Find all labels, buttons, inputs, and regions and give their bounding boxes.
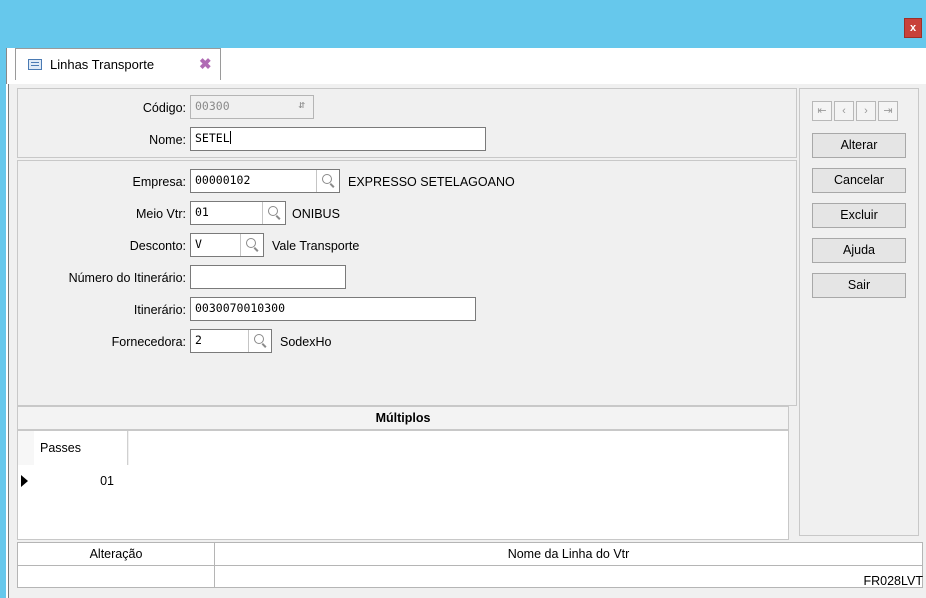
table-row[interactable]: 01 bbox=[18, 471, 128, 493]
passes-cell[interactable]: 01 bbox=[34, 474, 114, 488]
tab-linhas-transporte[interactable]: Linhas Transporte ✖ bbox=[15, 48, 221, 80]
meio-vtr-field[interactable]: 01 bbox=[190, 201, 286, 225]
nome-value: SETEL bbox=[195, 131, 230, 145]
current-row-icon bbox=[21, 475, 28, 487]
numero-itinerario-field[interactable] bbox=[190, 265, 346, 289]
first-record-icon[interactable]: ⇤ bbox=[812, 101, 832, 121]
nome-field[interactable]: SETEL bbox=[190, 127, 486, 151]
ajuda-button[interactable]: Ajuda bbox=[812, 238, 906, 263]
nome-linha-vtr-column-header[interactable]: Nome da Linha do Vtr bbox=[215, 542, 923, 566]
meio-vtr-description: ONIBUS bbox=[292, 207, 340, 221]
details-panel: Empresa: 00000102 EXPRESSO SETELAGOANO M… bbox=[17, 160, 797, 406]
form-code-label: FR028LVT bbox=[863, 574, 923, 588]
text-cursor bbox=[229, 131, 231, 144]
action-buttons: ⇤ ‹ › ⇥ Alterar Cancelar Excluir Ajuda S… bbox=[812, 89, 912, 389]
search-icon bbox=[268, 206, 278, 216]
empresa-value: 00000102 bbox=[195, 173, 251, 187]
close-window-button[interactable]: x bbox=[904, 18, 922, 38]
search-icon bbox=[254, 334, 264, 344]
alteracao-column-header[interactable]: Alteração bbox=[17, 542, 215, 566]
form-icon bbox=[28, 59, 42, 70]
desconto-label: Desconto: bbox=[129, 239, 186, 253]
nome-label: Nome: bbox=[149, 133, 186, 147]
empresa-lookup-button[interactable] bbox=[316, 170, 339, 192]
fornecedora-value: 2 bbox=[195, 333, 202, 347]
grid-indicator-header bbox=[18, 431, 35, 465]
empresa-field[interactable]: 00000102 bbox=[190, 169, 340, 193]
desconto-value: V bbox=[195, 237, 202, 251]
spinner-icon: ⇵ bbox=[298, 98, 305, 111]
close-x-icon[interactable]: ✖ bbox=[199, 55, 212, 73]
search-icon bbox=[246, 238, 256, 248]
itinerario-field[interactable]: 0030070010300 bbox=[190, 297, 476, 321]
desconto-field[interactable]: V bbox=[190, 233, 264, 257]
codigo-value: 00300 bbox=[195, 99, 230, 113]
empresa-label: Empresa: bbox=[132, 175, 187, 189]
grid-empty-header bbox=[129, 431, 788, 465]
next-record-icon[interactable]: › bbox=[856, 101, 876, 121]
excluir-button[interactable]: Excluir bbox=[812, 203, 906, 228]
fornecedora-field[interactable]: 2 bbox=[190, 329, 272, 353]
alteracao-cell[interactable] bbox=[17, 566, 215, 588]
bottom-table: Alteração Nome da Linha do Vtr bbox=[17, 542, 923, 598]
last-record-icon[interactable]: ⇥ bbox=[878, 101, 898, 121]
codigo-field[interactable]: 00300 ⇵ bbox=[190, 95, 314, 119]
fornecedora-lookup-button[interactable] bbox=[248, 330, 271, 352]
nome-linha-vtr-cell[interactable] bbox=[215, 566, 923, 588]
tab-strip: Linhas Transporte ✖ bbox=[6, 48, 926, 84]
desconto-description: Vale Transporte bbox=[272, 239, 360, 253]
window-titlebar: x bbox=[0, 0, 926, 48]
grid-header: Passes bbox=[18, 431, 788, 465]
fornecedora-description: SodexHo bbox=[280, 335, 332, 349]
alterar-button[interactable]: Alterar bbox=[812, 133, 906, 158]
multiplos-grid[interactable]: Passes 01 bbox=[17, 430, 789, 540]
meio-vtr-label: Meio Vtr: bbox=[135, 207, 186, 221]
form-workspace: Código: 00300 ⇵ Nome: SETEL Empresa: 000… bbox=[8, 84, 926, 598]
tab-label: Linhas Transporte bbox=[50, 57, 155, 72]
numero-itinerario-label: Número do Itinerário: bbox=[68, 271, 186, 285]
prev-record-icon[interactable]: ‹ bbox=[834, 101, 854, 121]
codigo-label: Código: bbox=[142, 101, 186, 115]
record-navigation: ⇤ ‹ › ⇥ bbox=[812, 101, 912, 123]
meio-vtr-lookup-button[interactable] bbox=[262, 202, 285, 224]
header-panel: Código: 00300 ⇵ Nome: SETEL bbox=[17, 88, 797, 158]
meio-vtr-value: 01 bbox=[195, 205, 209, 219]
itinerario-value: 0030070010300 bbox=[195, 301, 286, 315]
empresa-description: EXPRESSO SETELAGOANO bbox=[348, 175, 515, 189]
sair-button[interactable]: Sair bbox=[812, 273, 906, 298]
window-frame-left bbox=[0, 48, 6, 598]
multiplos-header: Múltiplos bbox=[17, 406, 789, 430]
fornecedora-label: Fornecedora: bbox=[111, 335, 186, 349]
desconto-lookup-button[interactable] bbox=[240, 234, 263, 256]
grid-column-passes[interactable]: Passes bbox=[34, 431, 128, 465]
action-panel: ⇤ ‹ › ⇥ Alterar Cancelar Excluir Ajuda S… bbox=[799, 88, 919, 536]
cancelar-button[interactable]: Cancelar bbox=[812, 168, 906, 193]
search-icon bbox=[322, 174, 332, 184]
itinerario-label: Itinerário: bbox=[133, 303, 186, 317]
